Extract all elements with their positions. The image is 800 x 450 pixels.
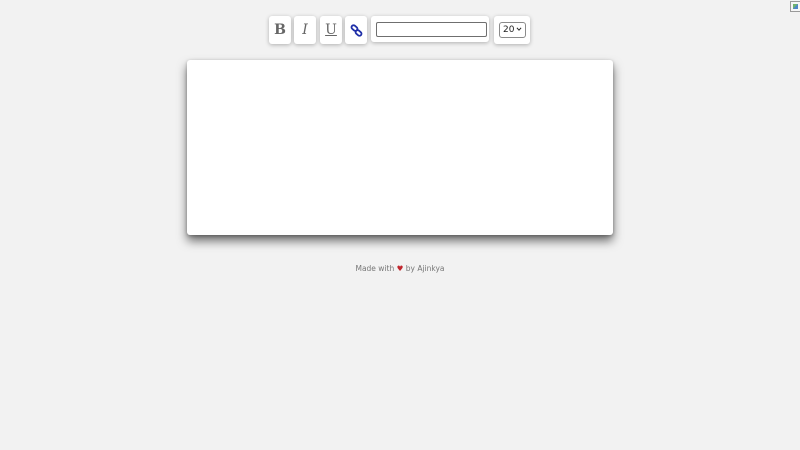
page: B I U 20 Made with ♥ by Ajinkya — [0, 0, 800, 450]
font-size-value: 20 — [503, 25, 515, 35]
text-editor-area[interactable] — [187, 60, 613, 235]
font-size-select[interactable]: 20 — [499, 22, 526, 38]
bold-button[interactable]: B — [269, 16, 291, 44]
url-input[interactable] — [376, 22, 487, 37]
link-icon — [350, 23, 362, 37]
footer-suffix: by Ajinkya — [405, 264, 445, 273]
italic-button[interactable]: I — [294, 16, 316, 44]
chevron-down-icon — [516, 27, 522, 31]
heart-icon: ♥ — [396, 264, 404, 273]
footer-prefix: Made with — [355, 264, 395, 273]
font-size-container: 20 — [494, 16, 530, 44]
footer-credit: Made with ♥ by Ajinkya — [0, 264, 800, 273]
link-button[interactable] — [345, 16, 367, 44]
underline-button[interactable]: U — [320, 16, 342, 44]
broken-image-icon — [790, 1, 800, 12]
url-input-container — [371, 16, 489, 42]
